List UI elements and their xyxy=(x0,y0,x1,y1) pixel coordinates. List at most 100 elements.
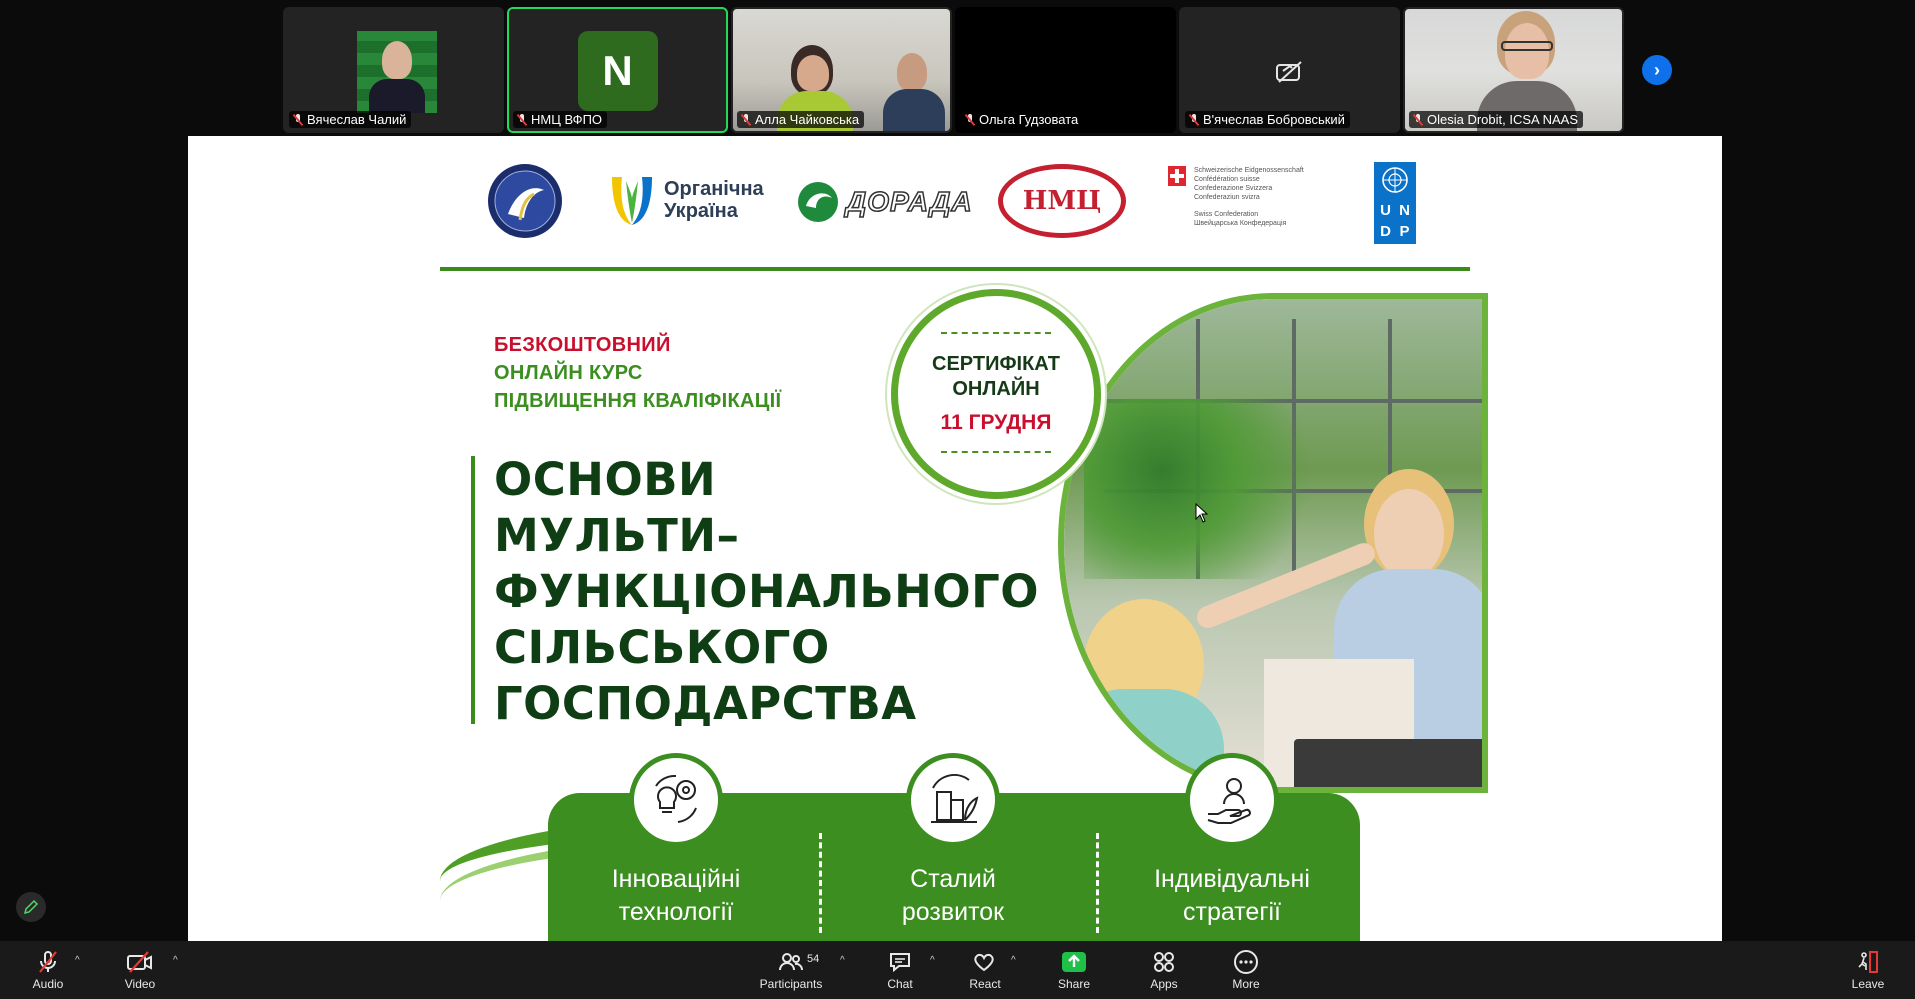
participant-name: Алла Чайковська xyxy=(737,111,865,128)
camera-off-icon xyxy=(1275,61,1302,83)
undp-letter: U xyxy=(1380,202,1391,219)
share-label: Share xyxy=(1057,976,1091,991)
leave-label: Leave xyxy=(1851,976,1885,991)
undp-letter: D xyxy=(1380,223,1391,240)
participant-tile[interactable]: Olesia Drobit, ICSA NAAS xyxy=(1403,7,1624,133)
feature-label: Сталий розвиток xyxy=(901,865,1005,926)
more-label: More xyxy=(1232,976,1260,991)
organic-logo-text-1: Органічна xyxy=(664,178,764,200)
participant-name: В'ячеслав Бобровський xyxy=(1185,111,1350,128)
participant-tile[interactable]: Алла Чайковська xyxy=(731,7,952,133)
participant-strip: Вячеслав Чалий N НМЦ ВФПО Алла Чайковськ… xyxy=(283,7,1624,133)
swiss-text-line: Swiss Confederation xyxy=(1194,211,1259,218)
camera-off-icon xyxy=(127,950,152,973)
certificate-date: 11 ГРУДНЯ xyxy=(940,411,1052,434)
react-heart-icon xyxy=(974,953,994,971)
more-dots-icon xyxy=(1234,949,1258,974)
organic-ukraine-logo: Органічна Україна xyxy=(608,173,764,227)
mic-muted-icon xyxy=(1189,113,1199,126)
chat-button[interactable]: Chat xyxy=(880,941,920,999)
title-line: СІЛЬСЬКОГО xyxy=(494,621,830,674)
certificate-online-label: ОНЛАЙН xyxy=(952,378,1040,400)
mic-muted-icon xyxy=(517,113,527,126)
title-accent-bar xyxy=(471,456,475,724)
ministry-emblem-logo xyxy=(488,164,562,238)
features-divider xyxy=(1096,833,1099,933)
participant-tile[interactable]: В'ячеслав Бобровський xyxy=(1179,7,1400,133)
participants-count: 54 xyxy=(807,953,820,965)
mic-muted-icon xyxy=(293,113,303,126)
video-button[interactable]: Video xyxy=(118,941,162,999)
title-line: МУЛЬТИ– xyxy=(494,509,740,562)
shared-screen-slide: Органічна Україна ДОРАДА НМЦ Schweizeris… xyxy=(188,136,1722,941)
swiss-flag-icon xyxy=(1168,166,1186,186)
chat-label: Chat xyxy=(887,976,913,991)
swiss-text-line: Confédération suisse xyxy=(1194,176,1260,183)
eyebrow-free: БЕЗКОШТОВНИЙ xyxy=(494,334,671,356)
dorada-swirl-icon xyxy=(798,182,838,222)
feature-innovative-tech: Інноваційні технології xyxy=(576,753,776,929)
participants-label: Participants xyxy=(759,976,823,991)
mic-muted-icon xyxy=(965,113,975,126)
audio-label: Audio xyxy=(32,976,64,991)
leave-door-icon xyxy=(1858,950,1878,973)
chat-options-caret-icon[interactable]: ^ xyxy=(930,955,935,966)
leave-button[interactable]: Leave xyxy=(1848,941,1888,999)
audio-options-caret-icon[interactable]: ^ xyxy=(75,955,80,966)
apps-icon xyxy=(1154,951,1174,972)
swiss-text-line: Schweizerische Eidgenossenschaft xyxy=(1194,167,1304,174)
participant-tile-active-speaker[interactable]: N НМЦ ВФПО xyxy=(507,7,728,133)
title-line: ФУНКЦІОНАЛЬНОГО xyxy=(494,565,1040,618)
title-line: ГОСПОДАРСТВА xyxy=(494,677,917,730)
share-button[interactable]: Share xyxy=(1054,941,1094,999)
apps-button[interactable]: Apps xyxy=(1144,941,1184,999)
participant-name: НМЦ ВФПО xyxy=(513,111,608,128)
course-title: ОСНОВИ МУЛЬТИ– ФУНКЦІОНАЛЬНОГО СІЛЬСЬКОГ… xyxy=(494,452,1039,732)
sustainable-city-icon xyxy=(931,774,979,823)
feature-sustainable-development: Сталий розвиток xyxy=(853,753,1053,929)
annotate-button[interactable] xyxy=(16,892,46,922)
undp-letter: N xyxy=(1399,202,1410,219)
participants-icon xyxy=(779,952,804,970)
lightbulb-gear-icon xyxy=(655,774,697,823)
un-emblem-icon xyxy=(1382,167,1408,193)
undp-logo: U N D P xyxy=(1374,162,1416,244)
participants-options-caret-icon[interactable]: ^ xyxy=(840,955,845,966)
video-options-caret-icon[interactable]: ^ xyxy=(173,955,178,966)
audio-button[interactable]: Audio xyxy=(26,941,70,999)
divider-line xyxy=(440,267,1470,271)
features-divider xyxy=(819,833,822,933)
participant-name: Olesia Drobit, ICSA NAAS xyxy=(1409,111,1583,128)
organic-leaf-icon xyxy=(612,177,652,225)
next-participants-button[interactable]: › xyxy=(1642,55,1672,85)
participant-tile[interactable]: Ольга Гудзовата xyxy=(955,7,1176,133)
more-button[interactable]: More xyxy=(1226,941,1266,999)
slide-photo xyxy=(1058,293,1488,793)
apps-label: Apps xyxy=(1150,976,1178,991)
participant-tile[interactable]: Вячеслав Чалий xyxy=(283,7,504,133)
participant-video xyxy=(357,31,437,113)
video-label: Video xyxy=(124,976,156,991)
react-options-caret-icon[interactable]: ^ xyxy=(1011,955,1016,966)
avatar: N xyxy=(577,31,658,111)
certificate-badge: СЕРТИФІКАТ ОНЛАЙН 11 ГРУДНЯ xyxy=(891,289,1101,499)
eyebrow-online-course: ОНЛАЙН КУРС xyxy=(494,362,643,384)
partner-logos: Органічна Україна ДОРАДА НМЦ Schweizeris… xyxy=(188,136,1722,266)
dorada-logo-text: ДОРАДА xyxy=(845,185,973,218)
chevron-right-icon: › xyxy=(1654,59,1660,80)
react-label: React xyxy=(969,976,1001,991)
nmc-logo: НМЦ xyxy=(998,164,1126,238)
swiss-text-line: Швейцарська Конфедерація xyxy=(1194,220,1287,227)
undp-letter: P xyxy=(1399,223,1410,240)
react-button[interactable]: React xyxy=(965,941,1005,999)
eyebrow-qualification: ПІДВИЩЕННЯ КВАЛІФІКАЦІЇ xyxy=(494,390,782,412)
feature-label: Індивідуальні стратегії xyxy=(1154,865,1310,926)
mic-muted-icon xyxy=(741,113,751,126)
feature-individual-strategies: Індивідуальні стратегії xyxy=(1132,753,1332,929)
nmc-logo-text: НМЦ xyxy=(1022,186,1102,216)
mic-muted-icon xyxy=(39,950,57,973)
zoom-meeting-window: Вячеслав Чалий N НМЦ ВФПО Алла Чайковськ… xyxy=(0,0,1915,999)
participants-button[interactable]: Participants xyxy=(757,941,825,999)
feature-label: Інноваційні технології xyxy=(611,865,741,926)
certificate-label: СЕРТИФІКАТ xyxy=(932,353,1060,375)
